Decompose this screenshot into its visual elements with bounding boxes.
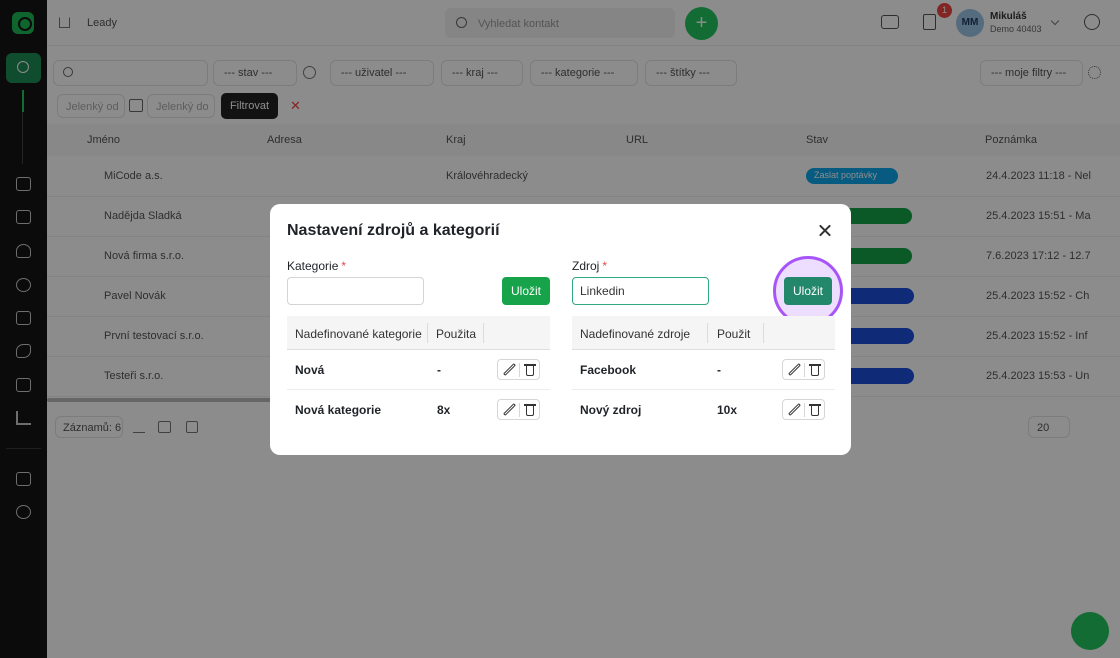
row-actions xyxy=(782,359,825,380)
edit-icon[interactable] xyxy=(787,363,801,377)
trash-icon[interactable] xyxy=(524,403,536,417)
source-field-label: Zdroj * xyxy=(572,259,607,273)
required-mark: * xyxy=(602,259,608,273)
trash-icon[interactable] xyxy=(809,363,821,377)
source-used: - xyxy=(717,363,721,377)
col-header-defined-sources: Nadefinované zdroje xyxy=(580,327,691,341)
trash-icon[interactable] xyxy=(524,363,536,377)
col-header-used: Použit xyxy=(717,327,751,341)
table-row: Nová kategorie 8x xyxy=(287,390,550,430)
row-actions xyxy=(497,359,540,380)
sources-table-header: Nadefinované zdroje Použit xyxy=(572,316,835,350)
table-row: Nový zdroj 10x xyxy=(572,390,835,430)
save-source-button[interactable]: Uložit xyxy=(784,277,832,305)
category-label-text: Kategorie xyxy=(287,259,339,273)
row-actions xyxy=(782,399,825,420)
trash-icon[interactable] xyxy=(809,403,821,417)
category-name: Nová xyxy=(295,363,325,377)
edit-icon[interactable] xyxy=(502,403,516,417)
categories-table: Nadefinované kategorie Použita Nová - No… xyxy=(287,316,550,430)
row-actions xyxy=(497,399,540,420)
sources-categories-modal: Nastavení zdrojů a kategorií Kategorie * … xyxy=(270,204,851,455)
modal-title: Nastavení zdrojů a kategorií xyxy=(287,222,500,239)
col-separator xyxy=(707,323,708,343)
category-used: - xyxy=(437,363,441,377)
categories-table-header: Nadefinované kategorie Použita xyxy=(287,316,550,350)
required-mark: * xyxy=(341,259,347,273)
category-used: 8x xyxy=(437,403,451,417)
col-separator xyxy=(763,323,764,343)
col-separator xyxy=(483,323,484,343)
close-icon[interactable] xyxy=(816,222,834,240)
category-input[interactable] xyxy=(287,277,424,305)
source-used: 10x xyxy=(717,403,738,417)
save-category-button[interactable]: Uložit xyxy=(502,277,550,305)
category-field-label: Kategorie * xyxy=(287,259,346,273)
edit-icon[interactable] xyxy=(787,403,801,417)
col-separator xyxy=(427,323,428,343)
edit-icon[interactable] xyxy=(502,363,516,377)
source-label-text: Zdroj xyxy=(572,259,600,273)
source-name: Nový zdroj xyxy=(580,403,642,417)
source-name: Facebook xyxy=(580,363,637,377)
table-row: Nová - xyxy=(287,350,550,390)
source-input[interactable] xyxy=(572,277,709,305)
col-header-defined-categories: Nadefinované kategorie xyxy=(295,327,422,341)
sources-table: Nadefinované zdroje Použit Facebook - No… xyxy=(572,316,835,430)
category-name: Nová kategorie xyxy=(295,403,382,417)
col-header-used: Použita xyxy=(436,327,477,341)
table-row: Facebook - xyxy=(572,350,835,390)
